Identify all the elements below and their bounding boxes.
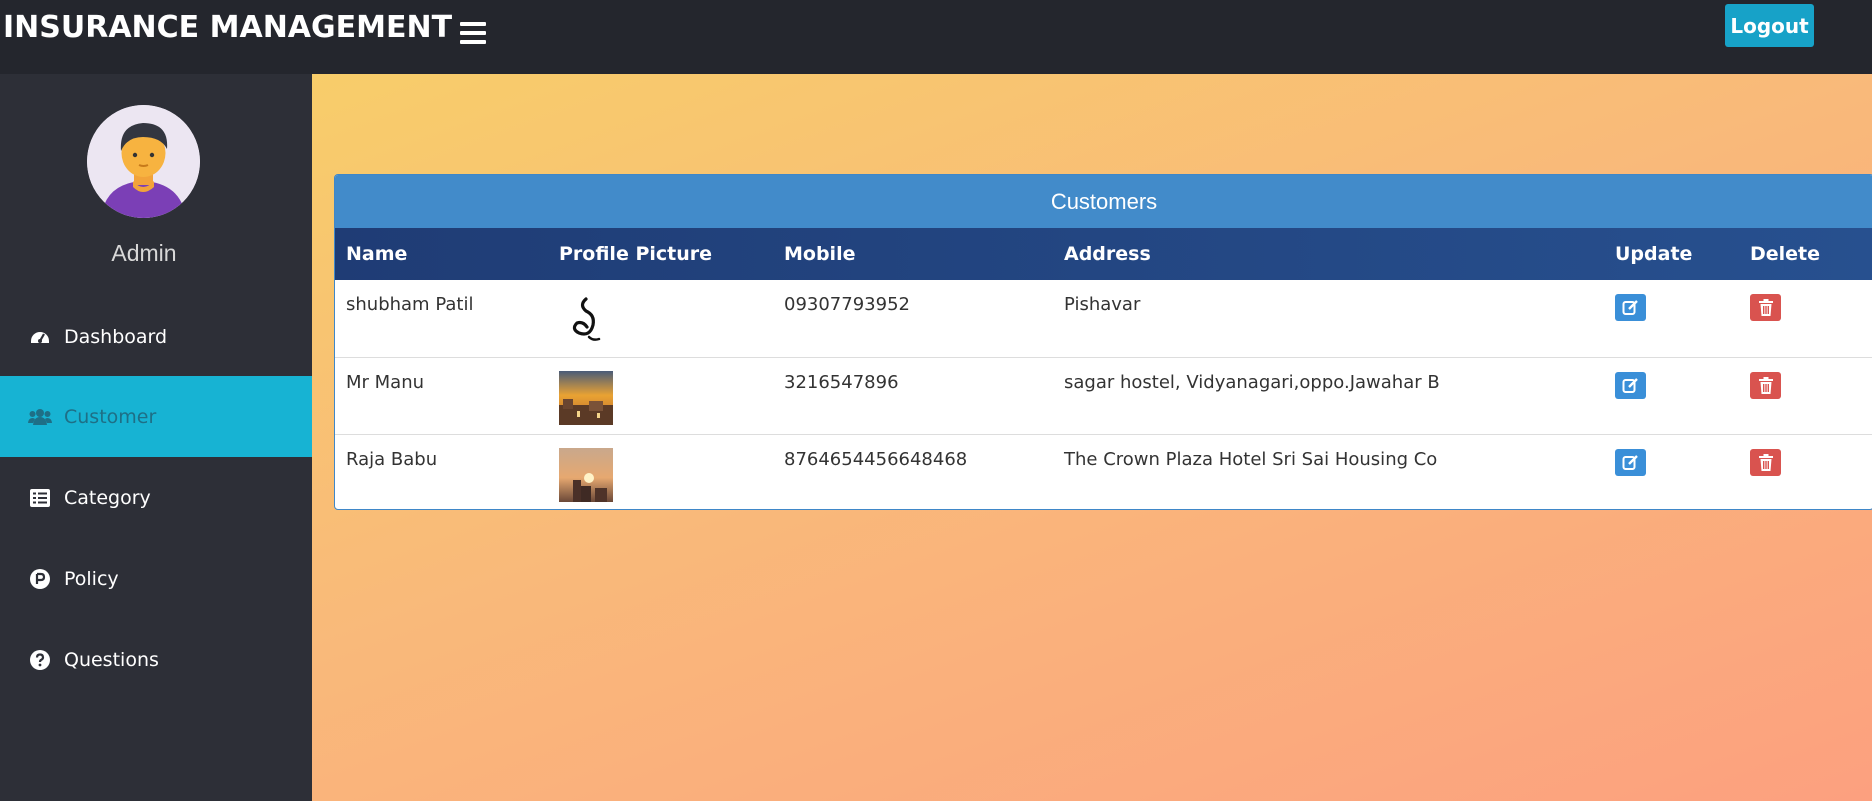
admin-avatar	[87, 105, 200, 218]
edit-icon	[1622, 454, 1638, 470]
sidebar-item-label: Customer	[64, 405, 157, 428]
sidebar-item-customer[interactable]: Customer	[0, 376, 312, 457]
customer-mobile: 3216547896	[784, 371, 899, 393]
column-header-profile-picture: Profile Picture	[559, 243, 713, 265]
delete-button[interactable]	[1750, 371, 1781, 399]
hamburger-menu-icon[interactable]	[460, 22, 486, 44]
sidebar-item-label: Questions	[64, 648, 159, 671]
update-button[interactable]	[1615, 294, 1646, 321]
sidebar-item-dashboard[interactable]: Dashboard	[0, 296, 312, 377]
edit-icon	[1622, 300, 1638, 315]
sidebar-item-label: Dashboard	[64, 325, 168, 348]
trash-icon	[1758, 299, 1773, 316]
table-row: Raja Babu 8764654456648468 The Crown Pla…	[335, 434, 1872, 509]
app-brand-title: INSURANCE MANAGEMENT	[3, 10, 453, 45]
table-row: Mr Manu 3216547896 sagar hostel, Vidyana…	[335, 357, 1872, 434]
sidebar-item-label: Category	[64, 486, 151, 509]
customer-name: Raja Babu	[346, 448, 438, 470]
column-header-name: Name	[346, 243, 408, 265]
customer-mobile: 09307793952	[784, 294, 910, 315]
sidebar-item-policy[interactable]: Policy	[0, 538, 312, 619]
customer-address: sagar hostel, Vidyanagari,oppo.Jawahar B	[1064, 371, 1440, 393]
customers-panel: Customers Name Profile Picture Mobile Ad…	[334, 174, 1872, 510]
trash-icon	[1758, 376, 1773, 394]
panel-title: Customers	[335, 175, 1872, 228]
customer-name: shubham Patil	[346, 294, 474, 315]
column-header-address: Address	[1064, 243, 1151, 265]
table-header-row: Name Profile Picture Mobile Address Upda…	[335, 228, 1872, 280]
parking-circle-icon	[28, 567, 52, 591]
admin-name-label: Admin	[111, 240, 177, 266]
customers-table: Name Profile Picture Mobile Address Upda…	[335, 228, 1872, 509]
sidebar: Admin Dashboard Customer Category Policy…	[0, 74, 312, 801]
main-content: Customers Name Profile Picture Mobile Ad…	[312, 74, 1872, 801]
update-button[interactable]	[1615, 371, 1646, 399]
customer-address: Pishavar	[1064, 294, 1141, 315]
profile-picture	[559, 447, 613, 502]
edit-icon	[1622, 377, 1638, 393]
column-header-mobile: Mobile	[784, 243, 856, 265]
column-header-update: Update	[1615, 243, 1693, 265]
sidebar-item-category[interactable]: Category	[0, 457, 312, 538]
top-navbar: INSURANCE MANAGEMENT Logout	[0, 0, 1872, 74]
profile-picture	[559, 370, 613, 425]
delete-button[interactable]	[1750, 294, 1781, 321]
customer-name: Mr Manu	[346, 371, 425, 393]
question-circle-icon	[28, 648, 52, 672]
sidebar-item-questions[interactable]: Questions	[0, 619, 312, 700]
list-icon	[28, 486, 52, 510]
delete-button[interactable]	[1750, 448, 1781, 476]
logout-button[interactable]: Logout	[1725, 4, 1814, 47]
profile-picture	[559, 293, 613, 347]
customer-mobile: 8764654456648468	[784, 448, 968, 470]
trash-icon	[1758, 453, 1773, 471]
customer-address: The Crown Plaza Hotel Sri Sai Housing Co	[1064, 448, 1438, 470]
table-row: shubham Patil 09307793952 Pishavar	[335, 280, 1872, 357]
column-header-delete: Delete	[1750, 243, 1821, 265]
tachometer-icon	[28, 325, 52, 349]
sidebar-item-label: Policy	[64, 567, 119, 590]
user-avatar-icon	[87, 105, 200, 218]
update-button[interactable]	[1615, 448, 1646, 476]
users-icon	[28, 405, 52, 429]
